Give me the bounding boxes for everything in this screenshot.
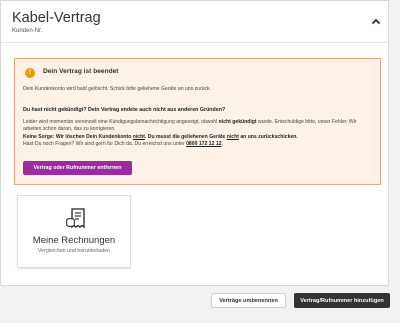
alert-contact: Hast Du noch Fragen? Wir sind gern für D… [23,141,223,147]
bills-subtitle: Vergleichen und herunterladen [37,248,111,254]
header-divider [1,42,388,43]
page-title: Kabel-Vertrag [12,10,101,26]
alert-question: Du hast nicht gekündigt? Dein Vertrag en… [23,107,226,113]
add-contract-button[interactable]: Vertrag/Rufnummer hinzufügen [294,293,390,308]
chevron-up-icon [371,18,381,24]
contract-ended-alert: ! Dein Vertrag ist beendet Dein Kundenko… [14,58,381,185]
phone-link[interactable]: 0800 172 12 12 [186,141,221,147]
alert-title: Dein Vertrag ist beendet [43,68,119,75]
info-icon: ! [25,68,35,78]
bills-title: Meine Rechnungen [32,235,116,246]
rename-contracts-button[interactable]: Verträge umbenennen [211,293,286,308]
invoice-icon [66,208,85,229]
collapse-button[interactable] [369,14,383,28]
alert-message: Dein Kundenkonto wird bald gelöscht. Sch… [23,86,212,92]
customer-number-label: Kunden-Nr. [12,28,43,34]
contract-card: Kabel-Vertrag Kunden-Nr. ! Dein Vertrag … [0,0,389,286]
my-bills-card[interactable]: Meine Rechnungen Vergleichen und herunte… [17,195,131,268]
remove-contract-button[interactable]: Vertrag oder Rufnummer entfernen [23,161,132,175]
alert-explanation-cont: arbeiten schon daran, das zu korrigieren… [23,126,116,132]
